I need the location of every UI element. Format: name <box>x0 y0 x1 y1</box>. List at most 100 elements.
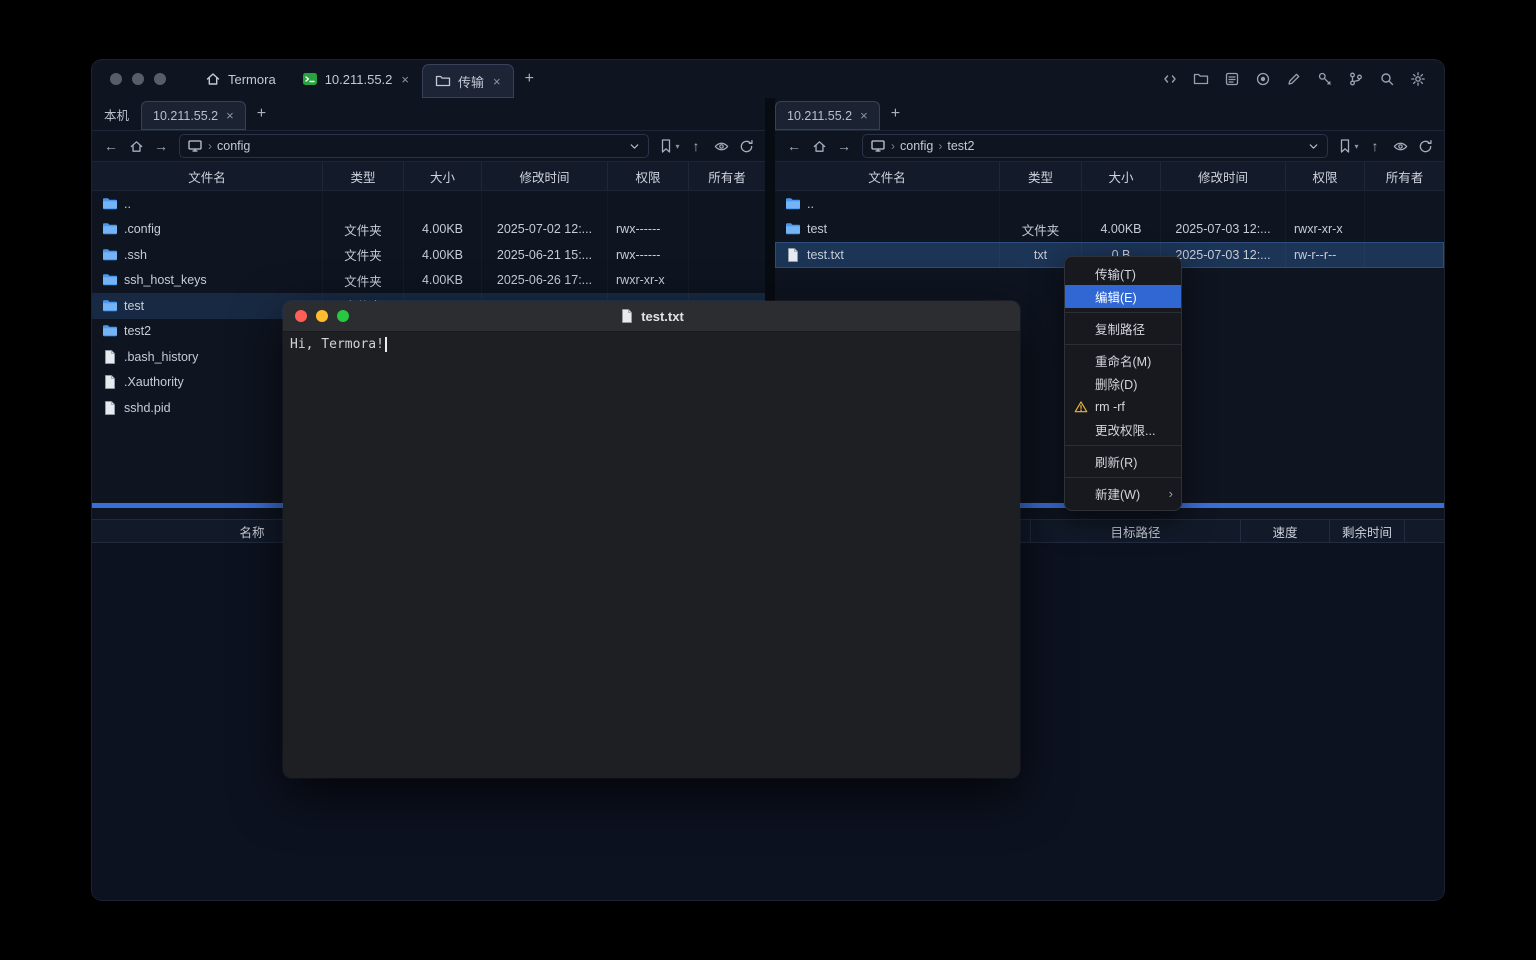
new-tab-button[interactable]: + <box>514 60 545 98</box>
close-icon[interactable]: × <box>401 72 409 87</box>
column-header[interactable]: 大小 <box>1082 162 1161 190</box>
breadcrumb-segment[interactable]: test2 <box>947 139 974 153</box>
key-icon[interactable] <box>1313 67 1337 91</box>
transfer-column-header[interactable]: 目标路径 <box>1031 520 1241 542</box>
transfer-column-header[interactable]: 剩余时间 <box>1330 520 1405 542</box>
back-button[interactable]: ← <box>783 135 805 157</box>
close-icon[interactable]: × <box>226 108 234 123</box>
maximize-button[interactable] <box>154 73 166 85</box>
menu-item-label: 重命名(M) <box>1095 351 1173 370</box>
editor-minimize-button[interactable] <box>316 310 328 322</box>
tab-label: 10.211.55.2 <box>325 72 393 87</box>
bookmark-button[interactable]: ▾ <box>1335 135 1361 157</box>
editor-close-button[interactable] <box>295 310 307 322</box>
menu-item[interactable]: 更改权限... <box>1065 418 1181 441</box>
menu-item[interactable]: rm -rf <box>1065 395 1181 418</box>
column-header[interactable]: 权限 <box>608 162 689 190</box>
file-row[interactable]: .ssh文件夹4.00KB2025-06-21 15:...rwx------ <box>92 242 765 268</box>
menu-separator <box>1065 477 1181 478</box>
editor-content-area[interactable]: Hi, Termora! <box>283 332 1020 357</box>
folderfill-icon <box>102 196 118 212</box>
home-button[interactable] <box>125 135 147 157</box>
close-icon[interactable]: × <box>860 108 868 123</box>
new-tab-button[interactable]: + <box>246 98 277 130</box>
show-hidden-button[interactable] <box>710 135 732 157</box>
breadcrumb-segment[interactable]: config <box>217 139 250 153</box>
column-header[interactable]: 文件名 <box>92 162 323 190</box>
menu-item[interactable]: 编辑(E) <box>1065 285 1181 308</box>
forward-button[interactable]: → <box>833 135 855 157</box>
left-panel-tab-1[interactable]: 10.211.55.2× <box>141 101 246 130</box>
left-panel-tab-0[interactable]: 本机 <box>92 98 141 130</box>
breadcrumb-segment[interactable]: config <box>900 139 933 153</box>
log-icon[interactable] <box>1220 67 1244 91</box>
titlebar-tab-0[interactable]: Termora <box>192 60 289 98</box>
settings-icon[interactable] <box>1406 67 1430 91</box>
branch-icon[interactable] <box>1344 67 1368 91</box>
menu-item[interactable]: 复制路径 <box>1065 317 1181 340</box>
titlebar-tab-2[interactable]: 传输× <box>422 64 514 98</box>
editor-zoom-button[interactable] <box>337 310 349 322</box>
parent-directory-button[interactable]: ↑ <box>685 135 707 157</box>
transfer-column-header[interactable] <box>1405 520 1444 542</box>
menu-item[interactable]: 删除(D) <box>1065 372 1181 395</box>
file-row[interactable]: .. <box>775 191 1444 217</box>
new-tab-button[interactable]: + <box>880 98 911 130</box>
bookmark-button[interactable]: ▾ <box>656 135 682 157</box>
column-header[interactable]: 权限 <box>1286 162 1365 190</box>
show-hidden-button[interactable] <box>1389 135 1411 157</box>
titlebar-tab-1[interactable]: 10.211.55.2 × <box>289 60 422 98</box>
close-icon[interactable]: × <box>493 74 501 89</box>
forward-button[interactable]: → <box>150 135 172 157</box>
minimize-button[interactable] <box>132 73 144 85</box>
code-icon[interactable] <box>1158 67 1182 91</box>
home-button[interactable] <box>808 135 830 157</box>
menu-item[interactable]: 传输(T) <box>1065 262 1181 285</box>
column-header[interactable]: 所有者 <box>1365 162 1444 190</box>
back-button[interactable]: ← <box>100 135 122 157</box>
file-mtime-cell <box>482 191 608 217</box>
editor-title: test.txt <box>283 301 1020 331</box>
edit-icon[interactable] <box>1282 67 1306 91</box>
file-mtime-cell <box>1161 191 1286 217</box>
column-header[interactable]: 类型 <box>323 162 404 190</box>
file-owner-cell <box>1365 242 1444 268</box>
file-row[interactable]: .config文件夹4.00KB2025-07-02 12:...rwx----… <box>92 217 765 243</box>
editor-titlebar[interactable]: test.txt <box>283 301 1020 332</box>
refresh-button[interactable] <box>1414 135 1436 157</box>
document-icon <box>619 308 635 324</box>
file-name: .bash_history <box>124 350 198 364</box>
right-panel-tab-0[interactable]: 10.211.55.2× <box>775 101 880 130</box>
path-breadcrumb[interactable]: ›config <box>179 134 649 158</box>
file-type-cell: 文件夹 <box>323 268 404 294</box>
parent-directory-button[interactable]: ↑ <box>1364 135 1386 157</box>
path-breadcrumb[interactable]: ›config›test2 <box>862 134 1328 158</box>
chevron-down-icon[interactable] <box>628 140 641 153</box>
column-header[interactable]: 类型 <box>1000 162 1082 190</box>
column-header[interactable]: 所有者 <box>689 162 765 190</box>
right-table-header: 文件名类型大小修改时间权限所有者 <box>775 161 1444 191</box>
titlebar[interactable]: Termora10.211.55.2×传输×+ <box>92 60 1444 98</box>
transfer-column-header[interactable]: 速度 <box>1241 520 1330 542</box>
refresh-button[interactable] <box>735 135 757 157</box>
column-header[interactable]: 修改时间 <box>482 162 608 190</box>
menu-item[interactable]: 新建(W)› <box>1065 482 1181 505</box>
warning-icon <box>1074 400 1088 414</box>
file-row[interactable]: ssh_host_keys文件夹4.00KB2025-06-26 17:...r… <box>92 268 765 294</box>
left-panel-tabs: 本机10.211.55.2×+ <box>92 98 765 131</box>
file-size-cell: 4.00KB <box>404 217 482 243</box>
column-header[interactable]: 修改时间 <box>1161 162 1286 190</box>
chevron-down-icon[interactable] <box>1307 140 1320 153</box>
folder-icon[interactable] <box>1189 67 1213 91</box>
menu-item[interactable]: 重命名(M) <box>1065 349 1181 372</box>
column-header[interactable]: 文件名 <box>775 162 1000 190</box>
search-icon[interactable] <box>1375 67 1399 91</box>
file-row[interactable]: .. <box>92 191 765 217</box>
titlebar-actions <box>1158 60 1430 98</box>
record-icon[interactable] <box>1251 67 1275 91</box>
file-row[interactable]: test文件夹4.00KB2025-07-03 12:...rwxr-xr-x <box>775 217 1444 243</box>
file-owner-cell <box>1365 217 1444 243</box>
column-header[interactable]: 大小 <box>404 162 482 190</box>
menu-item[interactable]: 刷新(R) <box>1065 450 1181 473</box>
close-button[interactable] <box>110 73 122 85</box>
